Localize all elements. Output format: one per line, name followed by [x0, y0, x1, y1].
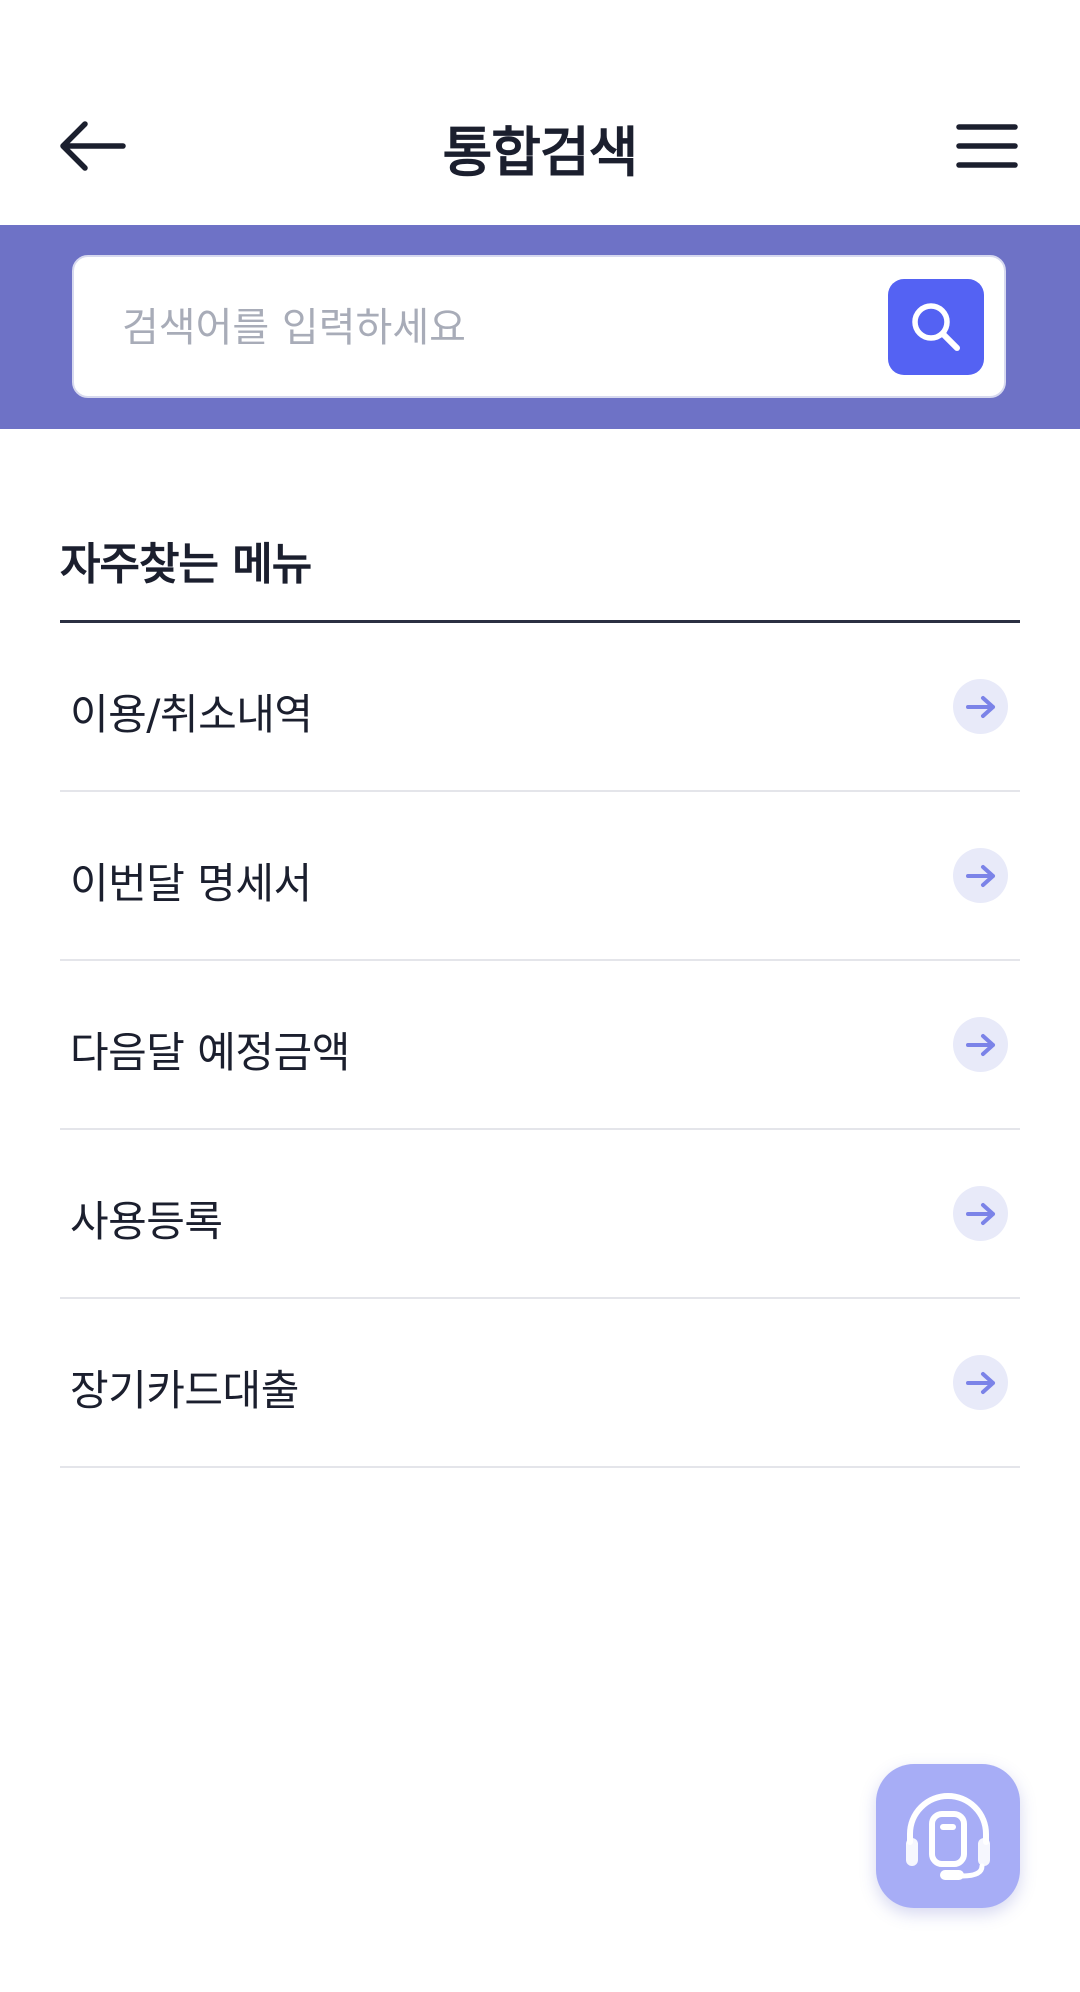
search-box [72, 255, 1006, 398]
menu-item[interactable]: 이용/취소내역 [60, 623, 1020, 792]
arrow-right-icon [953, 1355, 1008, 1410]
page-title: 통합검색 [442, 121, 639, 184]
search-bar-area [0, 225, 1080, 429]
search-input[interactable] [120, 257, 904, 398]
arrow-right-icon [953, 1017, 1008, 1072]
hamburger-menu-icon [956, 124, 1018, 168]
frequent-menu-title: 자주찾는 메뉴 [60, 539, 312, 590]
chatbot-headset-icon [906, 1793, 990, 1880]
menu-item[interactable]: 장기카드대출 [60, 1299, 1020, 1468]
hamburger-menu-button[interactable] [952, 116, 1022, 176]
menu-item-label: 사용등록 [70, 1197, 223, 1246]
search-icon [912, 303, 960, 351]
chatbot-floating-button[interactable] [876, 1764, 1020, 1908]
menu-item[interactable]: 사용등록 [60, 1130, 1020, 1299]
arrow-right-icon [953, 1186, 1008, 1241]
menu-item-label: 장기카드대출 [70, 1366, 299, 1415]
menu-item[interactable]: 다음달 예정금액 [60, 961, 1020, 1130]
menu-item-label: 이번달 명세서 [70, 859, 312, 908]
arrow-right-icon [953, 848, 1008, 903]
integrated-search-page: 통합검색 자주찾는 메뉴 이용/취소내역이번달 명세서다음달 예정금액사용등록장… [0, 0, 1080, 1992]
menu-item[interactable]: 이번달 명세서 [60, 792, 1020, 961]
frequent-menu-list: 이용/취소내역이번달 명세서다음달 예정금액사용등록장기카드대출 [60, 623, 1020, 1468]
top-header: 통합검색 [0, 0, 1080, 225]
menu-item-label: 다음달 예정금액 [70, 1028, 350, 1077]
search-button[interactable] [888, 279, 984, 375]
arrow-right-icon [953, 679, 1008, 734]
menu-item-label: 이용/취소내역 [70, 690, 313, 739]
